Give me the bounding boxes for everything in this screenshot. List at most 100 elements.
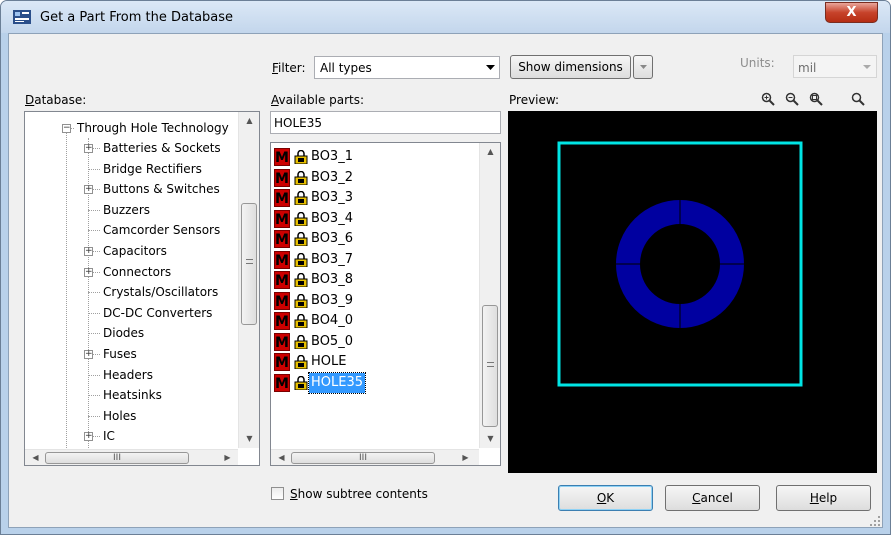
expand-icon[interactable]: + <box>84 144 93 153</box>
units-value: mil <box>798 61 817 75</box>
scroll-up-icon[interactable]: ▲ <box>241 116 258 125</box>
zoom-in-icon[interactable] <box>809 92 823 106</box>
collapse-icon[interactable]: − <box>62 124 71 133</box>
tree-item[interactable]: Bridge Rectifiers <box>103 159 202 179</box>
tree-item[interactable]: Headers <box>103 365 153 385</box>
expand-icon[interactable]: + <box>84 185 93 195</box>
zoom-out-icon[interactable] <box>785 92 799 106</box>
part-name: HOLE35 <box>307 371 367 394</box>
tree-item[interactable]: Fuses <box>103 344 137 364</box>
parts-hscroll[interactable]: ◀ III ▶ <box>271 449 479 465</box>
lock-icon <box>294 334 308 349</box>
part-name: BO5_0 <box>311 333 353 349</box>
lock-icon <box>294 273 308 287</box>
ok-button[interactable]: OK <box>558 485 653 511</box>
part-name: BO3_2 <box>311 169 353 185</box>
expand-icon[interactable]: + <box>84 350 93 359</box>
show-dimensions-dropdown[interactable] <box>633 55 653 79</box>
filter-label: Filter: <box>272 61 306 75</box>
scroll-right-icon[interactable]: ▶ <box>219 453 236 462</box>
units-dropdown[interactable]: mil <box>793 55 877 78</box>
parts-scroll-thumb[interactable] <box>482 305 498 427</box>
tree-item[interactable]: DC-DC Converters <box>103 303 212 323</box>
tree-item[interactable]: Crystals/Oscillators <box>103 282 218 302</box>
model-icon: M <box>274 373 290 392</box>
app-icon <box>13 10 31 24</box>
tree-item[interactable]: Capacitors <box>103 241 167 261</box>
zoom-search-icon[interactable] <box>851 92 865 106</box>
model-icon: M <box>274 271 290 289</box>
tree-hscroll-thumb[interactable]: III <box>45 452 189 464</box>
model-icon: M <box>274 291 290 310</box>
title-bar[interactable]: Get a Part From the Database X <box>1 1 890 33</box>
tree-item[interactable]: Buzzers <box>103 200 150 220</box>
show-subtree-label[interactable]: Show subtree contents <box>290 487 428 501</box>
expand-icon[interactable]: + <box>84 267 93 277</box>
available-parts-label: Available parts: <box>271 93 365 107</box>
expand-icon[interactable]: + <box>84 432 93 442</box>
tree-hscroll[interactable]: ◀ III ▶ <box>25 449 238 465</box>
dialog-window: Get a Part From the Database X Filter: A… <box>0 0 891 535</box>
tree-vscroll[interactable]: ▲ ▼ <box>238 112 259 448</box>
part-name: BO3_1 <box>311 149 353 164</box>
model-icon: M <box>274 189 290 207</box>
tree-item[interactable]: Camcorder Sensors <box>103 220 220 240</box>
chevron-down-icon <box>863 65 871 69</box>
tree-item[interactable]: Buttons & Switches <box>103 179 220 199</box>
parts-hscroll-thumb[interactable]: III <box>291 452 435 464</box>
zoom-fit-icon[interactable] <box>761 92 775 106</box>
scroll-left-icon[interactable]: ◀ <box>273 453 290 462</box>
tree-item[interactable]: IC <box>103 426 115 446</box>
show-dimensions-button[interactable]: Show dimensions <box>510 55 631 79</box>
preview-canvas[interactable] <box>508 111 877 473</box>
filter-value: All types <box>320 61 372 75</box>
preview-label: Preview: <box>509 93 560 107</box>
model-icon: M <box>274 168 290 187</box>
model-icon: M <box>274 332 290 351</box>
scroll-right-icon[interactable]: ▶ <box>457 453 474 462</box>
scroll-down-icon[interactable]: ▼ <box>241 434 258 443</box>
scroll-down-icon[interactable]: ▼ <box>482 434 499 443</box>
cancel-button[interactable]: Cancel <box>665 485 760 511</box>
footprint-outline <box>557 141 803 387</box>
expand-icon[interactable]: + <box>84 247 93 256</box>
scroll-left-icon[interactable]: ◀ <box>27 453 44 462</box>
tree-item-root[interactable]: Through Hole Technology <box>77 118 229 138</box>
part-name: BO4_0 <box>311 313 353 328</box>
parts-vscroll[interactable]: ▲ ▼ <box>479 143 500 448</box>
model-icon: M <box>274 209 290 228</box>
lock-icon <box>294 232 308 246</box>
part-name: BO3_6 <box>311 231 353 246</box>
filter-dropdown[interactable]: All types <box>314 56 500 79</box>
part-name: BO3_7 <box>311 251 353 267</box>
show-subtree-checkbox[interactable] <box>271 487 284 500</box>
model-icon: M <box>274 312 290 330</box>
lock-icon <box>294 170 308 185</box>
parts-list[interactable]: M BO3_1 M BO3_2 M BO3_3 M BO3_4 M BO3_6 M BO3_7 M BO3… <box>270 142 501 466</box>
tree-item[interactable]: Diodes <box>103 323 144 343</box>
tree-item[interactable]: Holes <box>103 406 136 426</box>
model-icon: M <box>274 250 290 269</box>
units-label: Units: <box>740 56 775 70</box>
tree-item[interactable]: Heatsinks <box>103 385 162 405</box>
help-button[interactable]: Help <box>776 485 871 511</box>
footprint-preview <box>557 141 803 387</box>
close-button[interactable]: X <box>825 2 878 23</box>
chevron-down-icon <box>486 65 495 70</box>
part-search-input[interactable]: HOLE35 <box>270 111 501 134</box>
scroll-up-icon[interactable]: ▲ <box>482 147 499 156</box>
part-name: BO3_8 <box>311 272 353 287</box>
tree-item[interactable]: Connectors <box>103 262 171 282</box>
part-name: BO3_3 <box>311 190 353 205</box>
lock-icon <box>294 375 308 390</box>
lock-icon <box>294 211 308 226</box>
part-name: BO3_9 <box>311 292 353 308</box>
resize-grip-icon[interactable] <box>869 515 881 527</box>
chevron-down-icon <box>640 65 647 69</box>
lock-icon <box>294 150 308 164</box>
close-icon: X <box>846 5 857 20</box>
database-tree[interactable]: − Through Hole Technology + Batteries & S… <box>24 111 260 466</box>
tree-scroll-thumb[interactable] <box>241 203 257 325</box>
tree-item[interactable]: Batteries & Sockets <box>103 138 221 158</box>
lock-icon <box>294 293 308 308</box>
